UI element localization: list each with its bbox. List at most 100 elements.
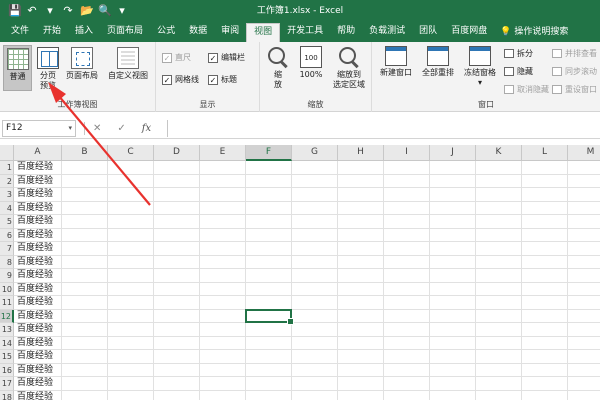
cancel-icon[interactable]: ✕: [93, 123, 101, 134]
column-header-B[interactable]: B: [62, 145, 108, 161]
row-header[interactable]: 3: [0, 188, 14, 202]
open-folder-icon[interactable]: 📂: [80, 4, 94, 17]
undo-icon[interactable]: ↶: [26, 4, 38, 17]
row-header[interactable]: 11: [0, 296, 14, 310]
cell-a[interactable]: 百度经验: [17, 242, 53, 256]
cell-a[interactable]: 百度经验: [17, 296, 53, 310]
column-header-E[interactable]: E: [200, 145, 246, 161]
column-header-F[interactable]: F: [246, 145, 292, 161]
column-header-C[interactable]: C: [108, 145, 154, 161]
row-header[interactable]: 17: [0, 377, 14, 391]
redo-icon[interactable]: ↷: [62, 4, 74, 17]
tab-3[interactable]: 页面布局: [100, 23, 150, 42]
row-header[interactable]: 5: [0, 215, 14, 229]
print-preview-icon[interactable]: 🔍: [98, 4, 112, 17]
column-header-H[interactable]: H: [338, 145, 384, 161]
tab-12[interactable]: 百度网盘: [444, 23, 494, 42]
row-header[interactable]: 15: [0, 350, 14, 364]
sync-scroll-button[interactable]: 同步滚动: [552, 66, 597, 77]
tab-0[interactable]: 文件: [4, 23, 36, 42]
tab-8[interactable]: 开发工具: [280, 23, 330, 42]
active-cell-selection[interactable]: [245, 308, 294, 325]
save-icon[interactable]: 💾: [8, 4, 22, 17]
cell-a[interactable]: 百度经验: [17, 337, 53, 351]
unhide-button[interactable]: 取消隐藏: [504, 84, 549, 95]
row-header[interactable]: 14: [0, 336, 14, 350]
chevron-down-icon[interactable]: ▾: [68, 121, 72, 136]
cell-a[interactable]: 百度经验: [17, 391, 53, 400]
grid-vline: [475, 161, 476, 400]
cell-a[interactable]: 百度经验: [17, 310, 53, 324]
reset-position-button[interactable]: 重设窗口: [552, 84, 597, 95]
tab-6[interactable]: 审阅: [214, 23, 246, 42]
column-header-J[interactable]: J: [430, 145, 476, 161]
zoom-100-button[interactable]: 100 100%: [296, 46, 326, 80]
cell-a[interactable]: 百度经验: [17, 283, 53, 297]
cell-a[interactable]: 百度经验: [17, 377, 53, 391]
cell-a[interactable]: 百度经验: [17, 175, 53, 189]
customize-qa-icon[interactable]: ▾: [116, 4, 128, 17]
page-layout-button[interactable]: 页面布局: [62, 47, 102, 81]
normal-view-button[interactable]: 普通: [3, 45, 32, 91]
cell-a[interactable]: 百度经验: [17, 269, 53, 283]
column-header-I[interactable]: I: [384, 145, 430, 161]
row-header[interactable]: 4: [0, 201, 14, 215]
cell-a[interactable]: 百度经验: [17, 215, 53, 229]
tab-9[interactable]: 帮助: [330, 23, 362, 42]
select-all-corner[interactable]: [0, 145, 14, 161]
hide-button[interactable]: 隐藏: [504, 66, 533, 77]
new-window-button[interactable]: 新建窗口: [376, 46, 416, 78]
headings-checkbox[interactable]: ✓ 标题: [208, 74, 237, 85]
row-header[interactable]: 9: [0, 269, 14, 283]
row-header[interactable]: 8: [0, 255, 14, 269]
row-header[interactable]: 6: [0, 228, 14, 242]
worksheet-grid[interactable]: A B C D E F G H I J K L M 1 百度经验 2 百度经验 3 百度经验 4 百度经验 5 百度经验 6 百…: [0, 145, 600, 400]
tab-10[interactable]: 负载测试: [362, 23, 412, 42]
name-box[interactable]: F12 ▾: [2, 119, 76, 137]
cell-a[interactable]: 百度经验: [17, 188, 53, 202]
tab-1[interactable]: 开始: [36, 23, 68, 42]
zoom-button[interactable]: 缩 放: [266, 46, 290, 90]
row-header[interactable]: 2: [0, 174, 14, 188]
row-header[interactable]: 13: [0, 323, 14, 337]
row-header[interactable]: 1: [0, 161, 14, 175]
tab-2[interactable]: 插入: [68, 23, 100, 42]
tell-me-search[interactable]: 💡 操作说明搜索: [500, 23, 568, 42]
formula-bar-checkbox[interactable]: ✓ 编辑栏: [208, 52, 245, 63]
column-header-K[interactable]: K: [476, 145, 522, 161]
cell-a[interactable]: 百度经验: [17, 323, 53, 337]
ruler-checkbox[interactable]: ✓ 直尺: [162, 52, 191, 63]
cell-a[interactable]: 百度经验: [17, 364, 53, 378]
tab-11[interactable]: 团队: [412, 23, 444, 42]
side-by-side-button[interactable]: 并排查看: [552, 48, 597, 59]
row-header[interactable]: 12: [0, 309, 14, 323]
column-header-A[interactable]: A: [14, 145, 62, 161]
column-header-L[interactable]: L: [522, 145, 568, 161]
cell-a[interactable]: 百度经验: [17, 161, 53, 175]
row-header[interactable]: 7: [0, 242, 14, 256]
tab-5[interactable]: 数据: [182, 23, 214, 42]
tab-4[interactable]: 公式: [150, 23, 182, 42]
freeze-panes-button[interactable]: 冻结窗格 ▾: [460, 46, 500, 88]
row-header[interactable]: 16: [0, 363, 14, 377]
formula-input[interactable]: [167, 119, 598, 137]
column-header-D[interactable]: D: [154, 145, 200, 161]
row-header[interactable]: 18: [0, 390, 14, 400]
undo-dropdown-icon[interactable]: ▾: [44, 4, 56, 17]
custom-views-button[interactable]: 自定义视图: [102, 47, 154, 81]
insert-function-icon[interactable]: fx: [142, 123, 151, 134]
cell-a[interactable]: 百度经验: [17, 229, 53, 243]
arrange-all-button[interactable]: 全部重排: [418, 46, 458, 78]
row-header[interactable]: 10: [0, 282, 14, 296]
gridlines-checkbox[interactable]: ✓ 网格线: [162, 74, 199, 85]
column-header-M[interactable]: M: [568, 145, 600, 161]
cell-a[interactable]: 百度经验: [17, 350, 53, 364]
column-header-G[interactable]: G: [292, 145, 338, 161]
zoom-to-selection-button[interactable]: 缩放到 选定区域: [328, 46, 370, 90]
cell-a[interactable]: 百度经验: [17, 256, 53, 270]
enter-icon[interactable]: ✓: [117, 123, 125, 134]
split-button[interactable]: 拆分: [504, 48, 533, 59]
page-break-preview-button[interactable]: 分页 预览: [34, 47, 62, 91]
tab-7[interactable]: 视图: [246, 23, 281, 42]
cell-a[interactable]: 百度经验: [17, 202, 53, 216]
